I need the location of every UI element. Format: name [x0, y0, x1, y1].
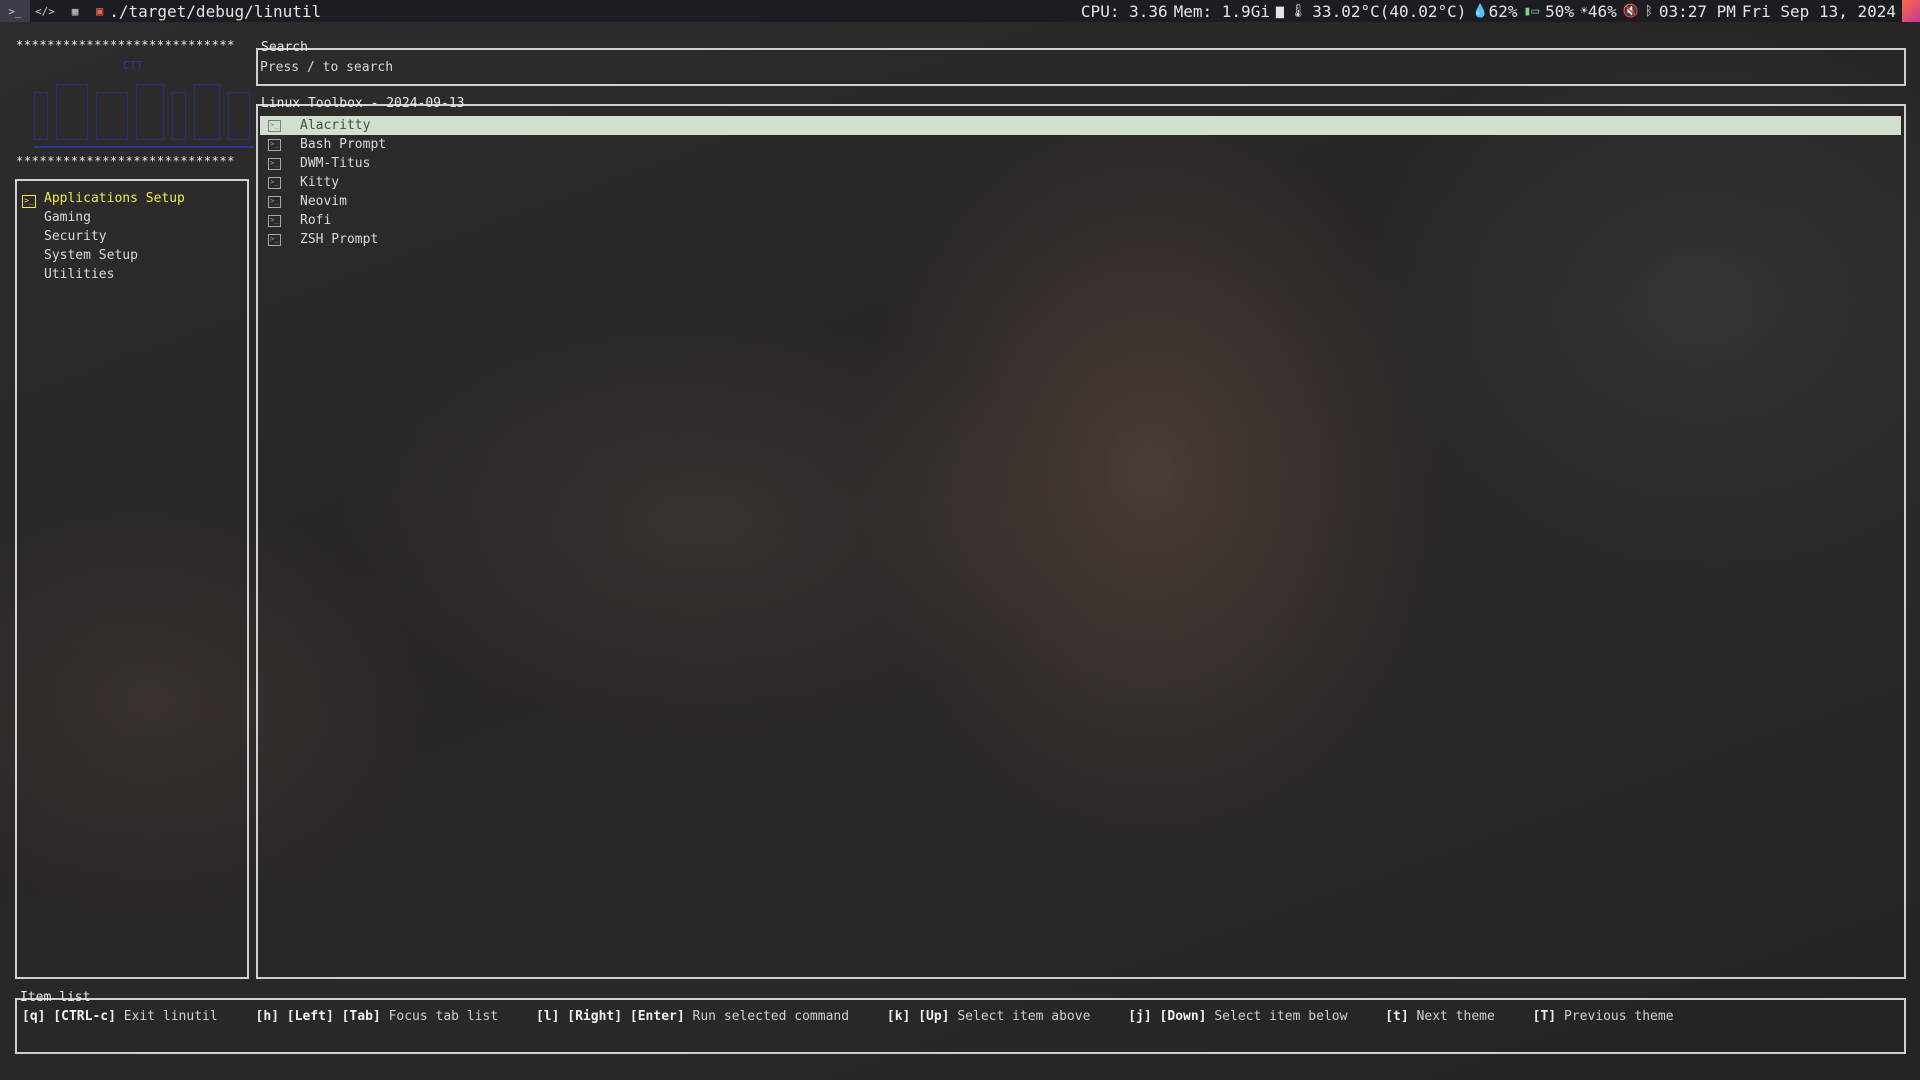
date: Fri Sep 13, 2024	[1741, 1, 1896, 21]
list-item-kitty[interactable]: >_ Kitty	[260, 173, 1901, 192]
list-item-label: Bash Prompt	[300, 137, 387, 152]
browser-icon[interactable]	[1902, 0, 1920, 22]
keybinding-help: Item list [q] [CTRL-c] Exit linutil [h] …	[15, 990, 1906, 1054]
hint-action: Previous theme	[1563, 1009, 1674, 1024]
volume-muted-icon[interactable]: 🔇	[1623, 4, 1639, 19]
hint-run: [l] [Right] [Enter] Run selected command	[536, 1009, 849, 1024]
list-item-label: DWM-Titus	[300, 156, 371, 171]
toolbox-list-title: Linux Toolbox - 2024-09-13	[261, 96, 465, 111]
terminal-icon: >_	[268, 177, 281, 189]
terminal-icon: >_	[268, 158, 281, 170]
system-tray: CPU: 3.36 Mem: 1.9Gi ▆ 🌡 33.02°C(40.02°C…	[1075, 0, 1920, 22]
window-title-text: ./target/debug/linutil	[109, 1, 322, 21]
list-item-rofi[interactable]: >_ Rofi	[260, 211, 1901, 230]
list-item-neovim[interactable]: >_ Neovim	[260, 192, 1901, 211]
search-title: Search	[261, 40, 308, 55]
sidebar-item-system-setup[interactable]: System Setup	[44, 248, 138, 263]
disk-icon: ▆	[1275, 3, 1284, 19]
sidebar-item-security[interactable]: Security	[44, 229, 107, 244]
droplet-icon: 💧	[1472, 3, 1489, 19]
hint-keys: [q] [CTRL-c]	[22, 1009, 116, 1024]
terminal-icon: >_	[268, 139, 281, 151]
hint-keys: [t]	[1385, 1009, 1409, 1024]
search-box[interactable]: Search Press / to search	[256, 40, 1906, 86]
hint-action: Select item above	[957, 1009, 1091, 1024]
hint-action: Exit linutil	[123, 1009, 218, 1024]
sidebar-item-applications-setup[interactable]: Applications Setup	[44, 191, 185, 206]
thermometer-icon: 🌡	[1289, 3, 1307, 19]
humidity-readout: 62%	[1488, 1, 1518, 21]
hint-keys: [h] [Left] [Tab]	[255, 1009, 381, 1024]
top-status-bar: >_ </> ▦ ▣ ./target/debug/linutil CPU: 3…	[0, 0, 1920, 22]
logo-ascii-art	[34, 84, 254, 148]
hint-keys: [k] [Up]	[886, 1009, 950, 1024]
hint-next-theme: [t] Next theme	[1385, 1009, 1495, 1024]
brightness-readout: 46%	[1587, 1, 1617, 21]
window-title: ▣ ./target/debug/linutil	[96, 2, 321, 21]
hint-down: [j] [Down] Select item below	[1128, 1009, 1347, 1024]
hint-action: Focus tab list	[388, 1009, 499, 1024]
list-item-label: Alacritty	[300, 118, 371, 133]
battery-readout: 50%	[1545, 1, 1575, 21]
clock: 03:27 PM	[1658, 1, 1736, 21]
category-sidebar: >_ Applications Setup Gaming Security Sy…	[15, 179, 249, 979]
brightness-icon: ☀	[1580, 3, 1588, 19]
list-item-zsh-prompt[interactable]: >_ ZSH Prompt	[260, 230, 1901, 249]
list-item-label: Rofi	[300, 213, 332, 228]
hint-up: [k] [Up] Select item above	[887, 1009, 1091, 1024]
hint-action: Select item below	[1214, 1009, 1348, 1024]
hint-keys: [l] [Right] [Enter]	[535, 1009, 685, 1024]
help-title: Item list	[20, 990, 91, 1005]
search-input[interactable]: Press / to search	[260, 58, 393, 77]
app-icon: ▣	[96, 4, 104, 18]
grid-icon[interactable]: ▦	[60, 0, 90, 22]
terminal-icon: >_	[22, 195, 36, 208]
battery-icon: ▮▭	[1523, 3, 1540, 19]
hint-keys: [T]	[1532, 1009, 1557, 1024]
terminal-icon: >_	[268, 215, 281, 227]
cpu-readout: CPU: 3.36	[1080, 1, 1168, 21]
hint-exit: [q] [CTRL-c] Exit linutil	[22, 1009, 218, 1024]
logo-stars-top: ****************************	[16, 38, 236, 52]
list-item-label: Kitty	[300, 175, 340, 190]
list-item-label: Neovim	[300, 194, 347, 209]
hint-prev-theme: [T] Previous theme	[1533, 1009, 1674, 1024]
list-item-bash-prompt[interactable]: >_ Bash Prompt	[260, 135, 1901, 154]
mem-readout: Mem: 1.9Gi	[1173, 1, 1270, 21]
code-icon[interactable]: </>	[30, 0, 60, 22]
logo-stars-bottom: ****************************	[16, 154, 236, 168]
hint-action: Run selected command	[692, 1009, 850, 1024]
hint-action: Next theme	[1416, 1009, 1495, 1024]
help-hints: [q] [CTRL-c] Exit linutil [h] [Left] [Ta…	[22, 1009, 1704, 1024]
list-item-label: ZSH Prompt	[300, 232, 379, 247]
terminal-icon[interactable]: >_	[0, 0, 30, 22]
linutil-logo: **************************** CTT *******…	[16, 38, 254, 168]
terminal-icon: >_	[268, 196, 281, 208]
terminal-icon: >_	[268, 120, 281, 132]
temp-readout: 33.02°C(40.02°C)	[1312, 1, 1467, 21]
list-item-dwm-titus[interactable]: >_ DWM-Titus	[260, 154, 1901, 173]
hint-keys: [j] [Down]	[1128, 1009, 1207, 1024]
list-item-alacritty[interactable]: >_ Alacritty	[260, 116, 1901, 135]
toolbox-list: Linux Toolbox - 2024-09-13 >_ Alacritty …	[256, 96, 1906, 979]
sidebar-item-utilities[interactable]: Utilities	[44, 267, 114, 282]
hint-focus-tab: [h] [Left] [Tab] Focus tab list	[256, 1009, 499, 1024]
logo-ctt: CTT	[123, 59, 143, 72]
bluetooth-icon[interactable]: ᛒ	[1645, 4, 1653, 19]
sidebar-item-gaming[interactable]: Gaming	[44, 210, 91, 225]
terminal-icon: >_	[268, 234, 281, 246]
